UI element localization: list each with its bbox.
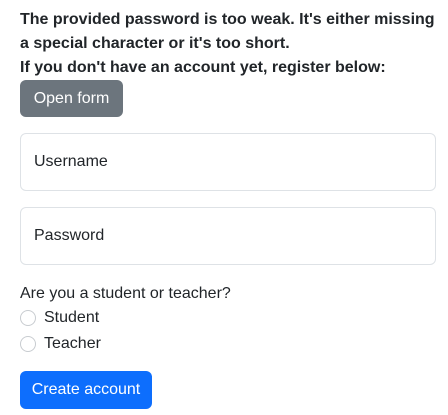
create-account-button[interactable]: Create account — [20, 371, 152, 409]
teacher-radio[interactable] — [20, 336, 36, 352]
username-input[interactable] — [20, 133, 436, 191]
open-form-button[interactable]: Open form — [20, 80, 123, 117]
error-line-1: The provided password is too weak. It's … — [20, 11, 435, 28]
error-message: The provided password is too weak. It's … — [20, 8, 440, 80]
password-input[interactable] — [20, 207, 436, 265]
teacher-radio-label: Teacher — [44, 335, 101, 352]
role-option-student[interactable]: Student — [20, 308, 99, 328]
role-option-teacher[interactable]: Teacher — [20, 334, 101, 354]
student-radio-label: Student — [44, 309, 100, 326]
error-line-2: a special character or it's too short. — [20, 35, 290, 52]
student-radio[interactable] — [20, 310, 36, 326]
role-question-label: Are you a student or teacher? — [20, 285, 231, 302]
registration-page: The provided password is too weak. It's … — [0, 0, 448, 415]
error-line-3: If you don't have an account yet, regist… — [20, 59, 386, 76]
